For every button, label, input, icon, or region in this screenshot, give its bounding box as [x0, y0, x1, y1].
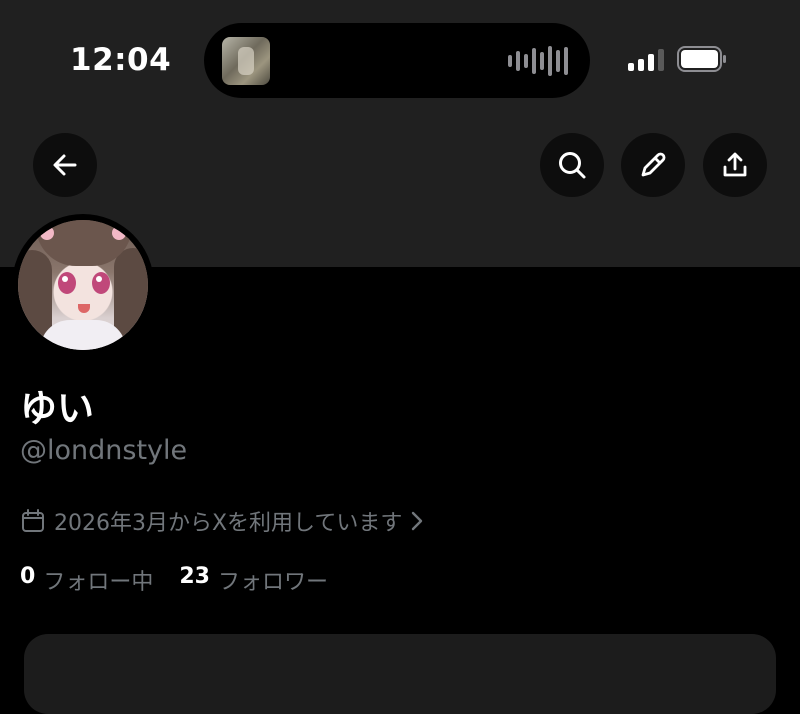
- now-playing-thumbnail[interactable]: [222, 37, 270, 85]
- followers-link[interactable]: 23 フォロワー: [179, 564, 328, 596]
- profile-card-panel: [24, 634, 776, 714]
- edit-button[interactable]: [621, 133, 685, 197]
- profile-handle: @londnstyle: [20, 435, 188, 466]
- following-link[interactable]: 0 フォロー中: [20, 564, 153, 596]
- joined-date-row[interactable]: 2026年3月からXを利用しています: [20, 506, 424, 536]
- follow-stats: 0 フォロー中 23 フォロワー: [20, 564, 328, 596]
- followers-label: フォロワー: [217, 570, 328, 595]
- avatar[interactable]: [12, 214, 154, 356]
- share-icon: [723, 152, 747, 177]
- cellular-signal-icon: [628, 47, 664, 71]
- status-bar: 12:04: [0, 0, 800, 110]
- avatar-image[interactable]: [18, 220, 148, 350]
- share-button[interactable]: [703, 133, 767, 197]
- chevron-right-icon: [412, 511, 423, 531]
- followers-count: 23: [179, 564, 210, 589]
- edit-pencil-icon: [641, 152, 666, 177]
- status-time: 12:04: [70, 42, 172, 78]
- profile-display-name: ゆい: [20, 387, 94, 430]
- search-icon: [559, 152, 586, 179]
- joined-date-text: 2026年3月からXを利用しています: [54, 511, 403, 536]
- battery-icon: [677, 46, 726, 72]
- dynamic-island[interactable]: [204, 23, 590, 98]
- back-arrow-icon: [53, 154, 77, 176]
- back-button[interactable]: [33, 133, 97, 197]
- following-label: フォロー中: [43, 570, 154, 595]
- calendar-icon: [22, 509, 44, 532]
- audio-waveform-icon: [508, 45, 568, 77]
- search-button[interactable]: [540, 133, 604, 197]
- following-count: 0: [20, 564, 36, 589]
